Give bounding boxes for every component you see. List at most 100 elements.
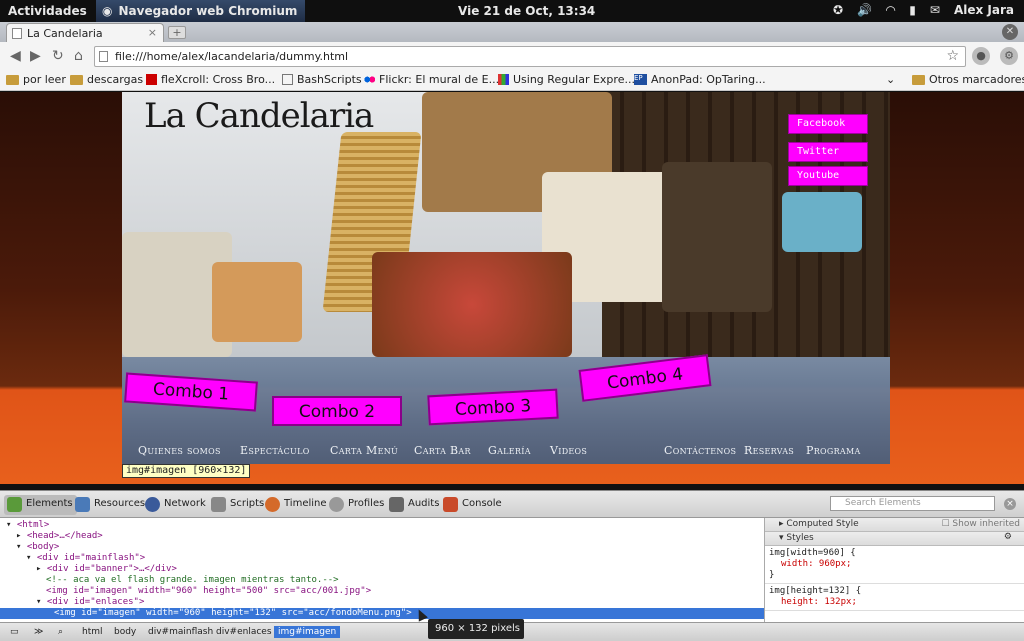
breadcrumb-enlaces[interactable]: div#enlaces xyxy=(212,626,276,638)
combo-2-button[interactable]: Combo 2 xyxy=(272,396,402,426)
css-selector: img[width=960] { xyxy=(769,548,856,558)
bookmark-descargas[interactable]: descargas xyxy=(70,73,143,86)
console-toggle-icon[interactable]: ≫ xyxy=(30,626,47,638)
tab-label: Timeline xyxy=(284,498,327,509)
dom-node-enlaces[interactable]: ▾ <div id="enlaces"> xyxy=(36,597,144,608)
dom-tree[interactable]: ▾ <html> ▸ <head>…</head> ▾ <body> ▾ <di… xyxy=(0,518,764,622)
chat-icon[interactable]: ✉ xyxy=(930,3,940,17)
dom-node-text: <head>…</head> xyxy=(26,531,103,541)
bookmark-star-icon[interactable]: ☆ xyxy=(946,48,959,64)
clock[interactable]: Vie 21 de Oct, 13:34 xyxy=(458,4,595,18)
dom-node-html[interactable]: ▾ <html> xyxy=(6,520,49,531)
tab-title: La Candelaria xyxy=(27,27,103,40)
app-menu[interactable]: ◉ Navegador web Chromium xyxy=(96,0,306,22)
home-icon[interactable]: ⌂ xyxy=(74,48,83,64)
reload-icon[interactable]: ↻ xyxy=(52,48,64,64)
folder-icon xyxy=(70,74,83,85)
elements-icon xyxy=(7,497,22,512)
show-inherited-checkbox[interactable]: ☐ Show inherited xyxy=(941,519,1020,529)
other-bookmarks[interactable]: Otros marcadores xyxy=(912,73,1024,86)
page-viewport: La Candelaria Facebook Twitter Youtube C… xyxy=(0,92,1024,484)
tab-audits[interactable]: Audits xyxy=(386,495,443,515)
dom-comment[interactable]: <!-- aca va el flash grande. imagen mien… xyxy=(46,575,339,586)
youtube-link[interactable]: Youtube xyxy=(788,166,868,186)
css-property[interactable]: width: 960px; xyxy=(769,559,1020,570)
menu-carta-bar[interactable]: Carta Bar xyxy=(414,444,471,457)
page-icon xyxy=(282,74,293,85)
dom-node-text: <div id="mainflash"> xyxy=(36,553,146,563)
menu-reservas[interactable]: Reservas xyxy=(744,444,794,457)
tab-network[interactable]: Network xyxy=(142,495,210,515)
menu-contactenos[interactable]: Contáctenos xyxy=(664,444,736,457)
breadcrumb-imagen[interactable]: img#imagen xyxy=(274,626,341,638)
close-devtools-icon[interactable]: × xyxy=(1004,498,1016,510)
tab-elements[interactable]: Elements xyxy=(4,495,77,515)
close-window-icon[interactable]: ✕ xyxy=(1002,24,1018,40)
dom-node-img-banner[interactable]: <img id="imagen" width="960" height="500… xyxy=(46,586,371,597)
bookmark-flickr[interactable]: Flickr: El mural de E... xyxy=(364,73,499,86)
browser-tab[interactable]: La Candelaria × xyxy=(6,23,164,42)
dom-node-text: <div id="enlaces"> xyxy=(46,597,145,607)
styles-header[interactable]: ▾ Styles ⚙ xyxy=(765,532,1024,546)
bookmark-por-leer[interactable]: por leer xyxy=(6,73,66,86)
css-rule-height[interactable]: img[height=132] { height: 132px; xyxy=(765,584,1024,611)
tab-scripts[interactable]: Scripts xyxy=(208,495,268,515)
breadcrumb-mainflash[interactable]: div#mainflash xyxy=(144,626,217,638)
dom-node-banner[interactable]: ▸ <div id="banner">…</div> xyxy=(36,564,177,575)
accessibility-icon[interactable]: ✪ xyxy=(833,3,843,17)
menu-carta-menu[interactable]: Carta Menú xyxy=(330,444,398,457)
bookmark-regex[interactable]: Using Regular Expre... xyxy=(498,73,635,86)
computed-style-header[interactable]: ▸ Computed Style ☐ Show inherited xyxy=(765,518,1024,532)
user-menu[interactable]: Alex Jara xyxy=(954,3,1014,17)
activities-button[interactable]: Actividades xyxy=(8,4,87,18)
close-tab-icon[interactable]: × xyxy=(148,26,157,39)
back-icon[interactable]: ◀ xyxy=(10,48,21,64)
wrench-icon[interactable]: ⚙ xyxy=(1000,47,1018,65)
menu-espectaculo[interactable]: Espectáculo xyxy=(240,444,310,457)
tab-console[interactable]: Console xyxy=(440,495,506,515)
bookmark-flexcroll[interactable]: fleXcroll: Cross Bro... xyxy=(146,73,275,86)
forward-icon[interactable]: ▶ xyxy=(30,48,41,64)
tab-label: Scripts xyxy=(230,498,265,509)
bookmark-anonpad[interactable]: EP AnonPad: OpTaring... xyxy=(634,73,766,86)
gear-icon[interactable]: ⚙ xyxy=(1004,532,1012,542)
tab-resources[interactable]: Resources xyxy=(72,495,149,515)
system-tray: ✪ 🔊 ◠ ▮ ✉ Alex Jara xyxy=(833,3,1014,17)
site-title: La Candelaria xyxy=(144,96,374,136)
css-property[interactable]: height: 132px; xyxy=(769,597,1020,608)
bookmark-bashscripts[interactable]: BashScripts xyxy=(282,73,362,86)
dom-node-head[interactable]: ▸ <head>…</head> xyxy=(16,531,103,542)
menu-quienes-somos[interactable]: Quienes somos xyxy=(138,444,221,457)
facebook-link[interactable]: Facebook xyxy=(788,114,868,134)
menu-galeria[interactable]: Galería xyxy=(488,444,531,457)
menu-programa[interactable]: Programa xyxy=(806,444,861,457)
dock-icon[interactable]: ▭ xyxy=(6,626,23,638)
tab-label: Elements xyxy=(26,498,73,509)
masks-decoration xyxy=(372,252,572,357)
wifi-icon[interactable]: ◠ xyxy=(886,3,895,17)
extension-icon[interactable]: ● xyxy=(972,47,990,65)
bookmarks-bar: por leer descargas fleXcroll: Cross Bro.… xyxy=(0,70,1024,91)
dom-node-body[interactable]: ▾ <body> xyxy=(16,542,59,553)
inspect-icon[interactable]: ⌕ xyxy=(54,626,67,638)
battery-icon[interactable]: ▮ xyxy=(909,3,916,17)
breadcrumb-html[interactable]: html xyxy=(78,626,107,638)
tab-profiles[interactable]: Profiles xyxy=(326,495,388,515)
address-bar[interactable]: file:///home/alex/lacandelaria/dummy.htm… xyxy=(94,46,966,67)
twitter-link[interactable]: Twitter xyxy=(788,142,868,162)
search-elements-input[interactable]: Search Elements xyxy=(830,496,995,511)
bookmark-label: Using Regular Expre... xyxy=(513,73,635,86)
dom-node-text: <img id="imagen" width="960" height="132… xyxy=(54,608,412,618)
dom-node-mainflash[interactable]: ▾ <div id="mainflash"> xyxy=(26,553,145,564)
dom-node-img-menu-selected[interactable]: <img id="imagen" width="960" height="132… xyxy=(0,608,764,619)
breadcrumb-body[interactable]: body xyxy=(110,626,140,638)
bookmarks-overflow-icon[interactable]: ⌄ xyxy=(886,73,895,86)
resources-icon xyxy=(75,497,90,512)
new-tab-button[interactable]: + xyxy=(168,26,186,39)
computed-style-label: Computed Style xyxy=(786,519,859,529)
volume-icon[interactable]: 🔊 xyxy=(857,3,872,17)
tab-timeline[interactable]: Timeline xyxy=(262,495,331,515)
menu-videos[interactable]: Videos xyxy=(550,444,587,457)
css-rule-width[interactable]: img[width=960] { width: 960px; } xyxy=(765,546,1024,584)
dom-node-text: <div id="banner">…</div> xyxy=(46,564,177,574)
